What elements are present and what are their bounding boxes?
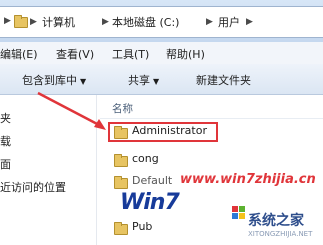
watermark-brand: 系统之家 [248, 213, 304, 229]
watermark-url: www.win7zhijia.cn [180, 172, 316, 187]
watermark-subtitle: XITONGZHIJIA.NET [248, 230, 313, 238]
watermark-logo: Win7 [120, 190, 180, 215]
windows-flag-icon [232, 206, 245, 219]
